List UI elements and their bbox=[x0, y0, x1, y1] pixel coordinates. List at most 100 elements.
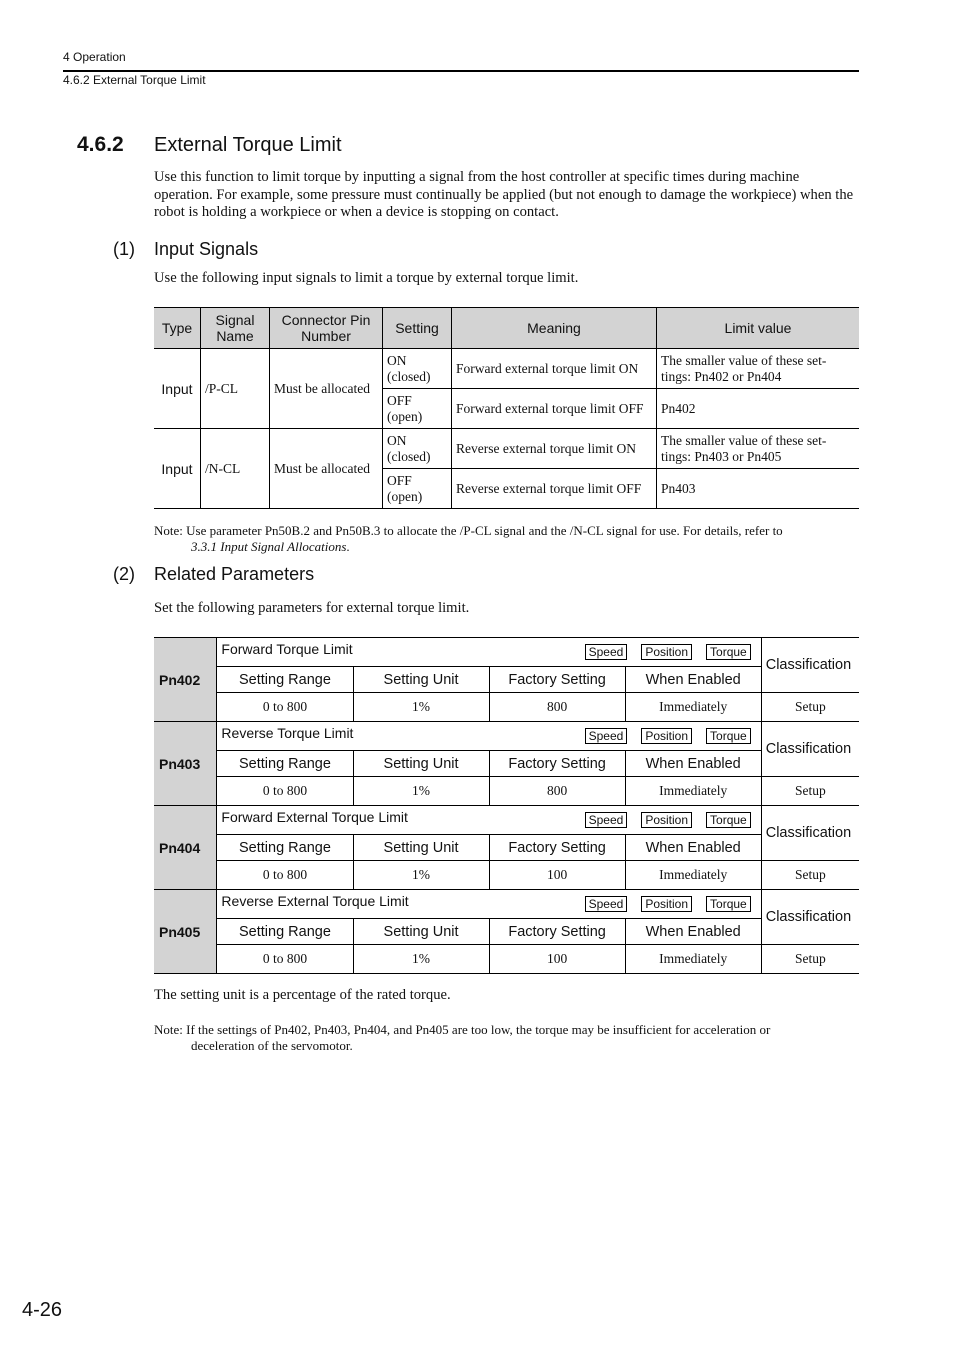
setting-cell: ON (closed) bbox=[382, 428, 452, 469]
section-intro: Use this function to limit torque by inp… bbox=[154, 169, 854, 220]
classification-value: Setup bbox=[760, 944, 859, 974]
subsection-number: (1) bbox=[113, 239, 135, 259]
signal-name-cell: /P-CL bbox=[200, 348, 270, 429]
note-text: Use parameter Pn50B.2 and Pn50B.3 to all… bbox=[186, 523, 783, 538]
parameter-value-row: 0 to 800 1% 800 Immediately Setup bbox=[154, 776, 859, 806]
factory-setting-value: 100 bbox=[488, 944, 626, 974]
parameter-column-header: Setting Unit bbox=[352, 918, 490, 945]
setting-unit-value: 1% bbox=[352, 776, 490, 806]
parameter-name: Forward Torque Limit bbox=[221, 641, 353, 657]
parameter-title-row: Pn404 Forward External Torque Limit Speed P… bbox=[154, 805, 859, 890]
page-number: 4-26 bbox=[22, 1299, 63, 1321]
subsection-number: (2) bbox=[113, 564, 135, 584]
parameter-column-header: Factory Setting bbox=[488, 666, 626, 693]
setting-cell: ON (closed) bbox=[382, 348, 452, 389]
pin-cell: Must be allocated bbox=[269, 348, 383, 429]
table-row: Input /N-CL Must be allocated ON (closed… bbox=[154, 428, 859, 509]
meaning-cell: Forward external torque limit OFF bbox=[451, 388, 657, 429]
classification-label: Classification bbox=[760, 805, 859, 861]
signal-name-cell: /N-CL bbox=[200, 428, 270, 509]
parameter-column-header: Factory Setting bbox=[488, 918, 626, 945]
column-header: Signal Name bbox=[200, 307, 270, 349]
header-rule bbox=[63, 70, 859, 72]
parameter-header-row: Setting Range Setting Unit Factory Setting… bbox=[154, 666, 859, 693]
mode-badge: Position bbox=[641, 896, 693, 912]
section-number: 4.6.2 bbox=[77, 133, 124, 156]
parameter-column-header: Setting Range bbox=[216, 918, 354, 945]
mode-badge: Position bbox=[641, 644, 693, 660]
table-row: Input /P-CL Must be allocated ON (closed… bbox=[154, 348, 859, 429]
setting-unit-text: The setting unit is a percentage of the … bbox=[154, 987, 451, 1003]
setting-cell: OFF (open) bbox=[382, 468, 452, 509]
column-header: Type bbox=[154, 307, 201, 349]
parameter-column-header: Factory Setting bbox=[488, 834, 626, 861]
type-cell: Input bbox=[154, 348, 201, 429]
when-enabled-value: Immediately bbox=[624, 692, 762, 722]
parameter-column-header: When Enabled bbox=[624, 918, 762, 945]
parameter-id: Pn403 bbox=[154, 721, 218, 806]
parameter-id: Pn402 bbox=[154, 637, 218, 722]
column-header: Connector Pin Number bbox=[269, 307, 383, 349]
section-title: External Torque Limit bbox=[154, 134, 342, 156]
subsection-title-input-signals: Input Signals bbox=[154, 239, 259, 259]
when-enabled-value: Immediately bbox=[624, 944, 762, 974]
column-header: Setting bbox=[382, 307, 452, 349]
setting-unit-value: 1% bbox=[352, 692, 490, 722]
note-label: Note: bbox=[154, 523, 183, 538]
parameter-title-row: Pn405 Reverse External Torque Limit Speed P… bbox=[154, 889, 859, 974]
subsection-title-related-parameters: Related Parameters bbox=[154, 564, 315, 584]
classification-value: Setup bbox=[760, 776, 859, 806]
control-mode-badges: Speed Position Torque bbox=[571, 728, 751, 744]
parameter-title-row: Pn403 Reverse Torque Limit Speed Position To… bbox=[154, 721, 859, 806]
classification-value: Setup bbox=[760, 692, 859, 722]
column-header: Meaning bbox=[451, 307, 657, 349]
classification-value: Setup bbox=[760, 860, 859, 890]
parameter-title-row: Pn402 Forward Torque Limit Speed Position To… bbox=[154, 637, 859, 722]
parameter-column-header: Setting Unit bbox=[352, 750, 490, 777]
limit-cell: Pn403 bbox=[656, 468, 859, 509]
parameter-value-row: 0 to 800 1% 800 Immediately Setup bbox=[154, 692, 859, 722]
running-header-section: 4.6.2 External Torque Limit bbox=[63, 73, 206, 87]
limit-cell: The smaller value of these set-tings: Pn… bbox=[656, 348, 859, 389]
setting-range-value: 0 to 800 bbox=[216, 860, 354, 890]
parameter-name: Reverse External Torque Limit bbox=[221, 893, 409, 909]
column-header: Limit value bbox=[656, 307, 859, 349]
parameter-column-header: Setting Range bbox=[216, 834, 354, 861]
parameter-column-header: Setting Range bbox=[216, 666, 354, 693]
control-mode-badges: Speed Position Torque bbox=[571, 896, 751, 912]
control-mode-badges: Speed Position Torque bbox=[571, 644, 751, 660]
limit-cell: Pn402 bbox=[656, 388, 859, 429]
note-reference-link[interactable]: 3.3.1 Input Signal Allocations bbox=[154, 539, 346, 554]
note-label: Note: bbox=[154, 1022, 183, 1037]
classification-label: Classification bbox=[760, 721, 859, 777]
factory-setting-value: 100 bbox=[488, 860, 626, 890]
parameter-id: Pn404 bbox=[154, 805, 218, 890]
table-header-row: Type Signal Name Connector Pin Number Se… bbox=[154, 307, 859, 349]
note-text: If the settings of Pn402, Pn403, Pn404, … bbox=[186, 1022, 771, 1037]
meaning-cell: Reverse external torque limit OFF bbox=[451, 468, 657, 509]
limit-cell: The smaller value of these set-tings: Pn… bbox=[656, 428, 859, 469]
parameter-id: Pn405 bbox=[154, 889, 218, 974]
when-enabled-value: Immediately bbox=[624, 776, 762, 806]
mode-badge: Torque bbox=[706, 644, 751, 660]
parameters-note: Note: If the settings of Pn402, Pn403, P… bbox=[154, 1022, 864, 1054]
related-parameters-table: Pn402 Forward Torque Limit Speed Position To… bbox=[154, 637, 859, 974]
input-signals-table: Type Signal Name Connector Pin Number Se… bbox=[154, 307, 859, 509]
input-signals-note: Note: Use parameter Pn50B.2 and Pn50B.3 … bbox=[154, 523, 864, 555]
mode-badge: Torque bbox=[706, 812, 751, 828]
factory-setting-value: 800 bbox=[488, 776, 626, 806]
mode-badge: Speed bbox=[584, 644, 628, 660]
parameter-name-cell: Reverse External Torque Limit Speed Positi… bbox=[216, 889, 762, 919]
running-header-chapter: 4 Operation bbox=[63, 50, 126, 64]
parameter-name-cell: Forward External Torque Limit Speed Positi… bbox=[216, 805, 762, 835]
parameter-name: Reverse Torque Limit bbox=[221, 725, 354, 741]
parameter-name-cell: Reverse Torque Limit Speed Position Torque bbox=[216, 721, 762, 751]
parameter-name: Forward External Torque Limit bbox=[221, 809, 408, 825]
factory-setting-value: 800 bbox=[488, 692, 626, 722]
note-text-cont: deceleration of the servomotor. bbox=[191, 1038, 353, 1053]
classification-label: Classification bbox=[760, 637, 859, 693]
mode-badge: Torque bbox=[706, 896, 751, 912]
parameter-header-row: Setting Range Setting Unit Factory Setting… bbox=[154, 834, 859, 861]
parameter-name-cell: Forward Torque Limit Speed Position Torque bbox=[216, 637, 762, 667]
note-end: . bbox=[346, 539, 350, 554]
